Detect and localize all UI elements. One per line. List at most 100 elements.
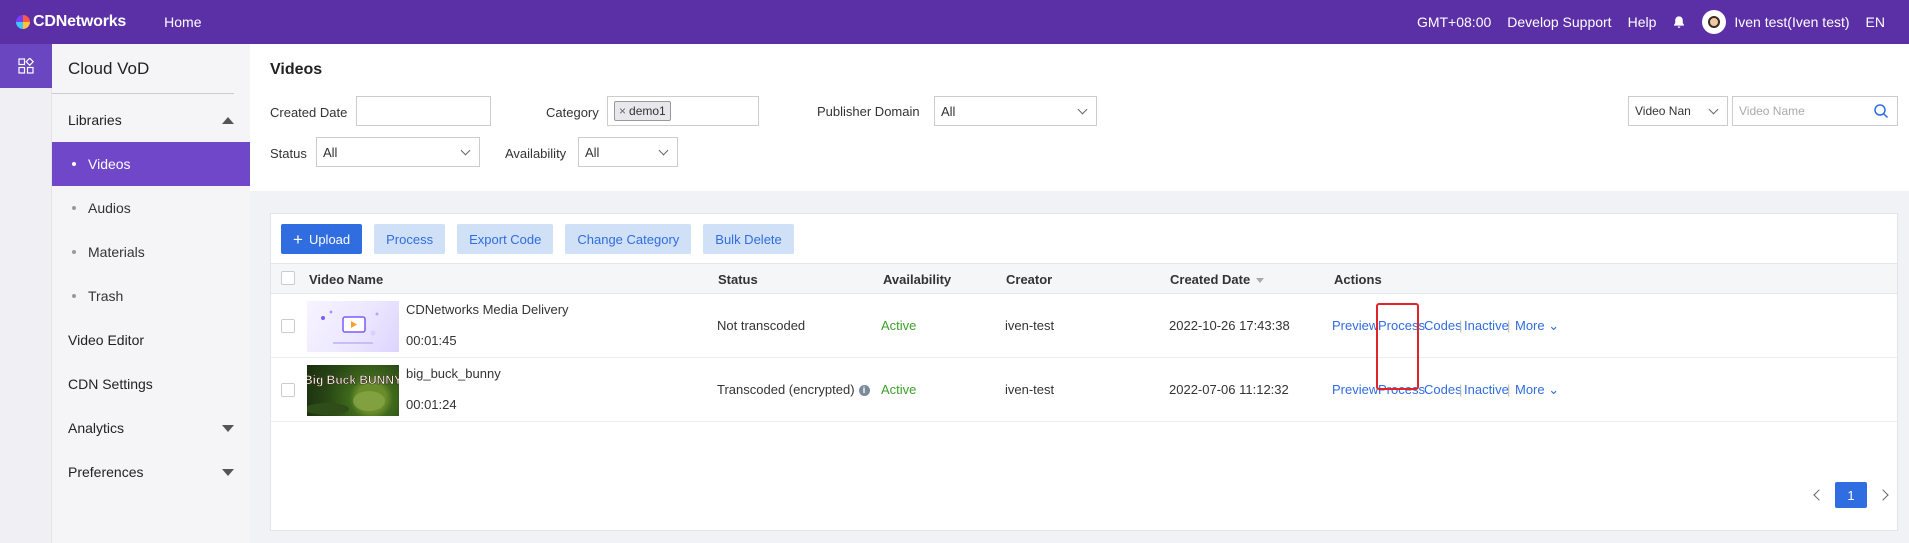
help-link[interactable]: Help	[1628, 14, 1657, 30]
sidebar-item-trash[interactable]: Trash	[52, 274, 250, 318]
user-name[interactable]: Iven test(Iven test)	[1734, 14, 1849, 30]
sidebar-item-libraries[interactable]: Libraries	[52, 98, 250, 142]
timezone-selector[interactable]: GMT+08:00	[1417, 14, 1491, 30]
category-label: Category	[546, 105, 599, 120]
bullet-icon	[72, 294, 76, 298]
codes-link[interactable]: Codes	[1424, 382, 1462, 397]
avatar[interactable]	[1702, 10, 1727, 34]
develop-support-link[interactable]: Develop Support	[1507, 14, 1611, 30]
publisher-domain-label: Publisher Domain	[817, 104, 920, 119]
main-content: Videos Created Date Category × demo1 Publ…	[250, 44, 1909, 543]
column-creator: Creator	[1006, 272, 1053, 287]
bell-icon[interactable]	[1672, 15, 1686, 29]
video-thumbnail[interactable]: Big Buck BUNNY	[307, 365, 399, 416]
search-input[interactable]: Video Name	[1732, 96, 1898, 126]
divider: |	[1459, 318, 1463, 333]
column-actions: Actions	[1334, 272, 1382, 287]
filter-panel: Videos Created Date Category × demo1 Publ…	[250, 44, 1909, 191]
brand-name: CDNetworks	[33, 13, 127, 30]
video-list-panel: + Upload Process Export Code Change Categ…	[270, 213, 1898, 531]
divider: |	[1507, 318, 1511, 333]
column-video-name: Video Name	[309, 272, 384, 287]
more-dropdown[interactable]: More ⌄	[1515, 318, 1559, 334]
sidebar-item-label: Preferences	[68, 464, 144, 480]
change-category-button[interactable]: Change Category	[565, 224, 692, 254]
preview-link[interactable]: Preview	[1332, 318, 1378, 333]
preview-link[interactable]: Preview	[1332, 382, 1378, 397]
sidebar-item-video-editor[interactable]: Video Editor	[52, 318, 250, 362]
column-created-date[interactable]: Created Date	[1170, 272, 1265, 287]
apps-grid-icon	[18, 58, 34, 74]
video-duration: 00:01:45	[406, 333, 457, 348]
status-label: Status	[270, 146, 307, 161]
created-date-label: Created Date	[270, 105, 348, 120]
inactive-link[interactable]: Inactive	[1464, 318, 1509, 333]
upload-button[interactable]: + Upload	[281, 224, 363, 254]
brand-logo[interactable]: CDNetworks	[16, 13, 126, 31]
bulk-delete-button[interactable]: Bulk Delete	[703, 224, 794, 254]
expand-icon	[222, 424, 234, 432]
home-link[interactable]: Home	[164, 14, 201, 30]
search-field-select[interactable]: Video Nan	[1628, 96, 1728, 126]
availability-select[interactable]: All	[578, 137, 678, 167]
cdnetworks-logo-icon	[16, 15, 30, 29]
sidebar-item-analytics[interactable]: Analytics	[52, 406, 250, 450]
sidebar-item-label: Video Editor	[68, 332, 145, 348]
sidebar-item-cdn-settings[interactable]: CDN Settings	[52, 362, 250, 406]
remove-tag-icon[interactable]: ×	[619, 104, 626, 118]
search-icon[interactable]	[1873, 103, 1889, 119]
sidebar-item-preferences[interactable]: Preferences	[52, 450, 250, 494]
sidebar: Cloud VoD Libraries Videos Audios Materi…	[52, 44, 250, 543]
rail-item-apps[interactable]	[0, 44, 52, 88]
status-text: Transcoded (encrypted)	[717, 382, 855, 397]
codes-link[interactable]: Codes	[1424, 318, 1462, 333]
bullet-icon	[72, 162, 76, 166]
availability-cell: Active	[881, 318, 917, 333]
video-name[interactable]: CDNetworks Media Delivery	[406, 302, 569, 317]
chevron-left-icon[interactable]	[1813, 489, 1825, 501]
process-highlight-box	[1376, 303, 1419, 390]
row-checkbox[interactable]	[281, 383, 295, 397]
created-date-cell: 2022-07-06 11:12:32	[1169, 382, 1289, 397]
toolbar: + Upload Process Export Code Change Categ…	[281, 224, 806, 254]
video-duration: 00:01:24	[406, 397, 457, 412]
sort-icon[interactable]	[1256, 278, 1265, 284]
created-date-cell: 2022-10-26 17:43:38	[1169, 318, 1290, 333]
bullet-icon	[72, 206, 76, 210]
search-placeholder: Video Name	[1739, 104, 1805, 118]
divider: |	[1507, 382, 1511, 397]
language-selector[interactable]: EN	[1866, 14, 1885, 30]
page-number[interactable]: 1	[1835, 482, 1867, 508]
table-header: Video Name Status Availability Creator C…	[271, 263, 1897, 294]
sidebar-item-materials[interactable]: Materials	[52, 230, 250, 274]
process-button[interactable]: Process	[374, 224, 446, 254]
status-cell: Transcoded (encrypted) i	[717, 382, 870, 397]
category-input[interactable]: × demo1	[607, 96, 759, 126]
sidebar-item-label: Libraries	[68, 112, 122, 128]
creator-cell: iven-test	[1005, 318, 1055, 333]
video-name[interactable]: big_buck_bunny	[406, 366, 501, 381]
sidebar-item-label: Trash	[88, 288, 124, 304]
chevron-right-icon[interactable]	[1877, 489, 1889, 501]
app-rail	[0, 44, 52, 543]
select-all-checkbox[interactable]	[281, 271, 295, 285]
chevron-down-icon	[1077, 104, 1088, 115]
availability-label: Availability	[505, 146, 567, 161]
more-dropdown[interactable]: More ⌄	[1515, 382, 1559, 398]
chevron-down-icon: ⌄	[1548, 318, 1560, 333]
chevron-down-icon	[658, 145, 669, 156]
row-checkbox[interactable]	[281, 319, 295, 333]
sidebar-item-videos[interactable]: Videos	[52, 142, 250, 186]
divider: |	[1459, 382, 1463, 397]
info-icon[interactable]: i	[858, 385, 870, 396]
publisher-domain-select[interactable]: All	[934, 96, 1097, 126]
inactive-link[interactable]: Inactive	[1464, 382, 1509, 397]
created-date-input[interactable]	[356, 96, 491, 126]
video-thumbnail[interactable]	[307, 301, 399, 352]
column-availability: Availability	[883, 272, 952, 287]
export-code-button[interactable]: Export Code	[457, 224, 554, 254]
sidebar-item-audios[interactable]: Audios	[52, 186, 250, 230]
category-tag[interactable]: × demo1	[614, 101, 671, 121]
status-select[interactable]: All	[316, 137, 480, 167]
search-field-value: Video Nan	[1635, 104, 1691, 118]
